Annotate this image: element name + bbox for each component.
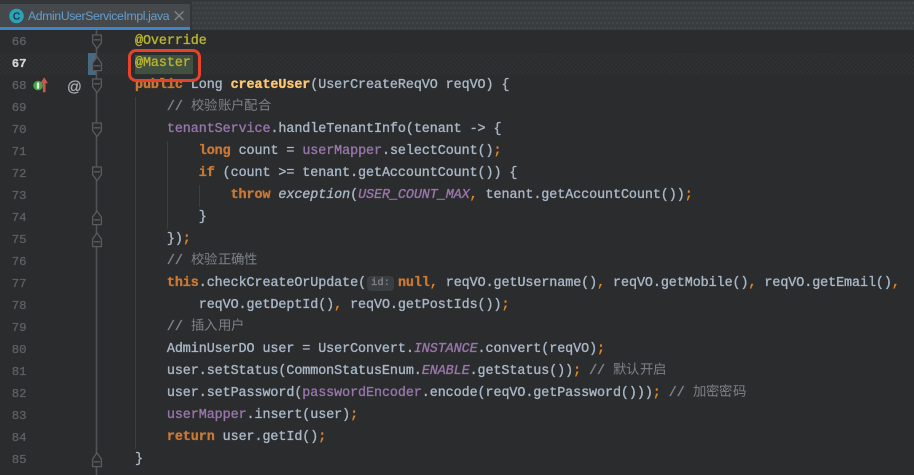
svg-text:C: C (13, 11, 20, 22)
svg-text:@: @ (67, 80, 82, 96)
